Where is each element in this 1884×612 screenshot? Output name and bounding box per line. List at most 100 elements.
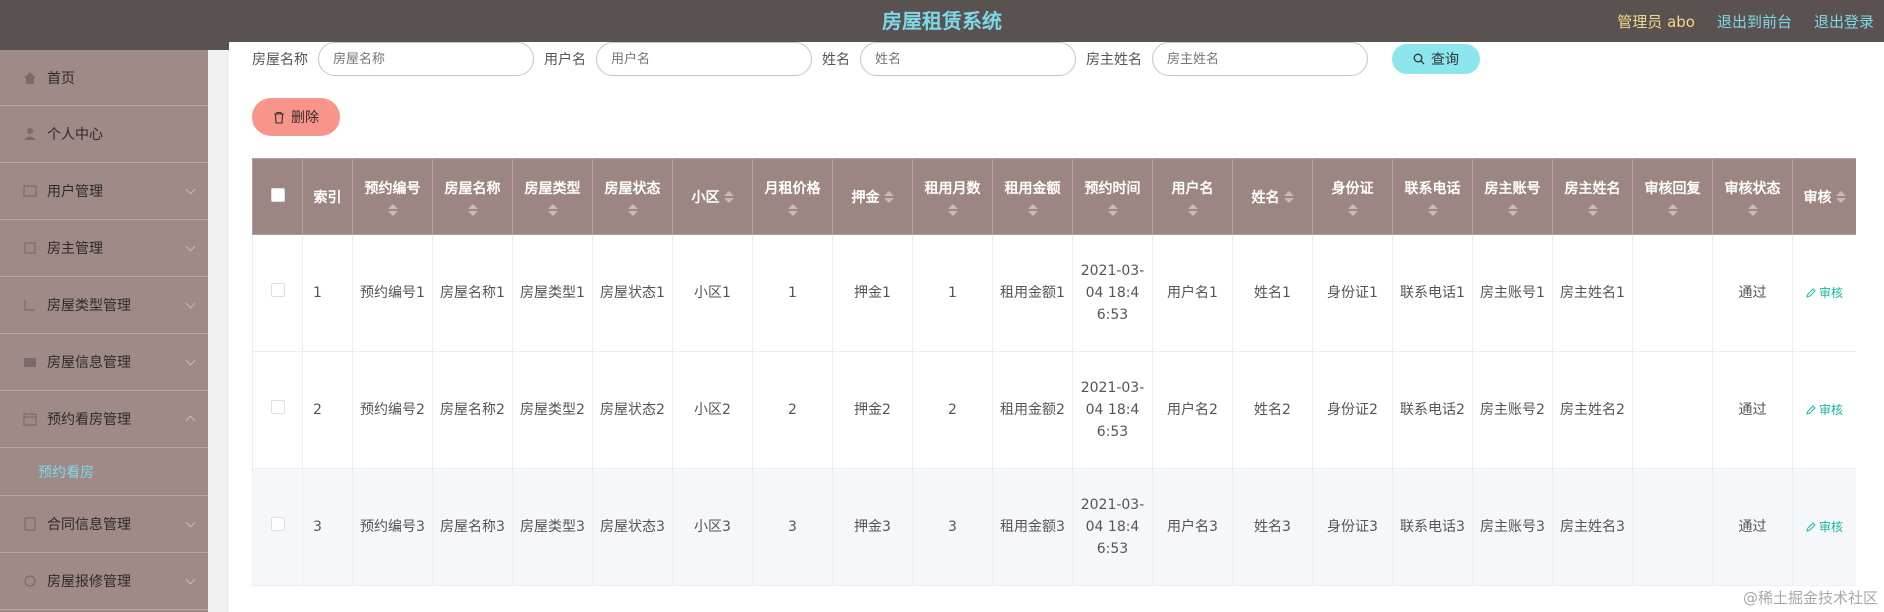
cell-months: 3 — [912, 468, 993, 586]
column-header[interactable]: 身份证 — [1312, 158, 1393, 235]
cell-phone: 联系电话3 — [1392, 468, 1473, 586]
sort-icon[interactable] — [627, 203, 638, 216]
column-header[interactable]: 月租价格 — [752, 158, 833, 235]
calendar-icon — [22, 411, 38, 427]
sidebar-item-bookings[interactable]: 预约看房管理 — [0, 391, 208, 448]
sidebar-item-contracts[interactable]: 合同信息管理 — [0, 496, 208, 553]
query-button[interactable]: 查询 — [1392, 44, 1480, 74]
cell-house-status: 房屋状态2 — [592, 351, 673, 469]
cell-amount: 租用金额1 — [992, 234, 1073, 352]
delete-button-label: 删除 — [291, 110, 319, 126]
sort-icon[interactable] — [883, 190, 894, 203]
cell-status: 通过 — [1712, 234, 1793, 352]
sort-icon[interactable] — [1427, 203, 1438, 216]
column-header[interactable]: 审核 — [1792, 158, 1856, 235]
cell-action: 审核 — [1792, 234, 1856, 352]
chevron-down-icon — [185, 574, 196, 585]
sidebar-item-users[interactable]: 用户管理 — [0, 163, 208, 220]
cell-house-name: 房屋名称1 — [432, 234, 513, 352]
sort-icon[interactable] — [1835, 190, 1846, 203]
column-header[interactable]: 房屋类型 — [512, 158, 593, 235]
column-header[interactable]: 审核回复 — [1632, 158, 1713, 235]
sort-icon[interactable] — [1587, 203, 1598, 216]
sort-icon[interactable] — [947, 203, 958, 216]
username-input[interactable] — [596, 42, 812, 76]
cell-landlord-name: 房主姓名1 — [1552, 234, 1633, 352]
cell-house-type: 房屋类型3 — [512, 468, 593, 586]
sidebar-item-label: 房屋报修管理 — [47, 574, 131, 590]
column-header[interactable]: 租用金额 — [992, 158, 1073, 235]
row-checkbox[interactable] — [270, 517, 285, 531]
column-header[interactable]: 审核状态 — [1712, 158, 1793, 235]
sort-icon[interactable] — [1667, 203, 1678, 216]
name-input[interactable] — [860, 42, 1076, 76]
select-all-checkbox-cell[interactable] — [252, 158, 303, 235]
row-checkbox-cell[interactable] — [252, 234, 303, 352]
sort-icon[interactable] — [1747, 203, 1758, 216]
column-header: 索引 — [302, 158, 353, 235]
cell-name: 姓名2 — [1232, 351, 1313, 469]
sort-icon[interactable] — [1027, 203, 1038, 216]
chevron-down-icon — [185, 184, 196, 195]
select-all-checkbox[interactable] — [270, 187, 285, 202]
column-header[interactable]: 小区 — [672, 158, 753, 235]
sidebar-item-home[interactable]: 首页 — [0, 50, 208, 106]
audit-button[interactable]: 审核 — [1806, 282, 1843, 304]
sort-icon[interactable] — [723, 190, 734, 203]
cell-deposit: 押金3 — [832, 468, 913, 586]
row-checkbox[interactable] — [270, 400, 285, 414]
back-to-front-link[interactable]: 退出到前台 — [1717, 11, 1792, 32]
delete-button[interactable]: 删除 — [252, 98, 340, 136]
sort-icon[interactable] — [787, 203, 798, 216]
cell-amount: 租用金额2 — [992, 351, 1073, 469]
cell-id-card: 身份证2 — [1312, 351, 1393, 469]
table-header-row: 索引 预约编号 房屋名称 房屋类型 房屋状态 小区 月租价格 押金 租用月数 租… — [252, 158, 1856, 235]
sidebar-item-house-info[interactable]: 房屋信息管理 — [0, 334, 208, 391]
house-name-label: 房屋名称 — [252, 52, 308, 68]
sort-icon[interactable] — [1283, 190, 1294, 203]
sidebar-item-label: 房屋类型管理 — [47, 298, 131, 314]
sidebar-item-label: 房屋信息管理 — [47, 355, 131, 371]
column-header[interactable]: 租用月数 — [912, 158, 993, 235]
column-header[interactable]: 联系电话 — [1392, 158, 1473, 235]
column-header[interactable]: 预约编号 — [352, 158, 433, 235]
column-header[interactable]: 房屋名称 — [432, 158, 513, 235]
cell-community: 小区2 — [672, 351, 753, 469]
trash-icon — [274, 111, 284, 124]
column-header[interactable]: 房主账号 — [1472, 158, 1553, 235]
sidebar-item-repairs[interactable]: 房屋报修管理 — [0, 553, 208, 610]
sidebar-subitem-booking-view[interactable]: 预约看房 — [0, 448, 208, 496]
sort-icon[interactable] — [1187, 203, 1198, 216]
column-header[interactable]: 预约时间 — [1072, 158, 1153, 235]
sidebar-item-profile[interactable]: 个人中心 — [0, 106, 208, 163]
cell-monthly-rent: 2 — [752, 351, 833, 469]
cell-community: 小区1 — [672, 234, 753, 352]
sort-icon[interactable] — [387, 203, 398, 216]
column-header[interactable]: 押金 — [832, 158, 913, 235]
cell-time: 2021-03-04 18:46:53 — [1072, 234, 1153, 352]
sort-icon[interactable] — [467, 203, 478, 216]
column-header[interactable]: 房屋状态 — [592, 158, 673, 235]
sort-icon[interactable] — [1507, 203, 1518, 216]
sidebar-item-landlords[interactable]: 房主管理 — [0, 220, 208, 277]
cell-months: 1 — [912, 234, 993, 352]
logout-link[interactable]: 退出登录 — [1814, 11, 1874, 32]
house-name-input[interactable] — [318, 42, 534, 76]
row-checkbox[interactable] — [270, 283, 285, 297]
audit-button[interactable]: 审核 — [1806, 516, 1843, 538]
sidebar-item-label: 首页 — [47, 70, 75, 87]
row-checkbox-cell[interactable] — [252, 468, 303, 586]
chevron-down-icon — [185, 298, 196, 309]
column-header[interactable]: 用户名 — [1152, 158, 1233, 235]
column-header[interactable]: 房主姓名 — [1552, 158, 1633, 235]
column-header[interactable]: 姓名 — [1232, 158, 1313, 235]
sort-icon[interactable] — [1107, 203, 1118, 216]
audit-button[interactable]: 审核 — [1806, 399, 1843, 421]
row-checkbox-cell[interactable] — [252, 351, 303, 469]
sidebar-item-house-types[interactable]: 房屋类型管理 — [0, 277, 208, 334]
cell-monthly-rent: 3 — [752, 468, 833, 586]
cell-id-card: 身份证1 — [1312, 234, 1393, 352]
landlord-name-input[interactable] — [1152, 42, 1368, 76]
sort-icon[interactable] — [1347, 203, 1358, 216]
sort-icon[interactable] — [547, 203, 558, 216]
